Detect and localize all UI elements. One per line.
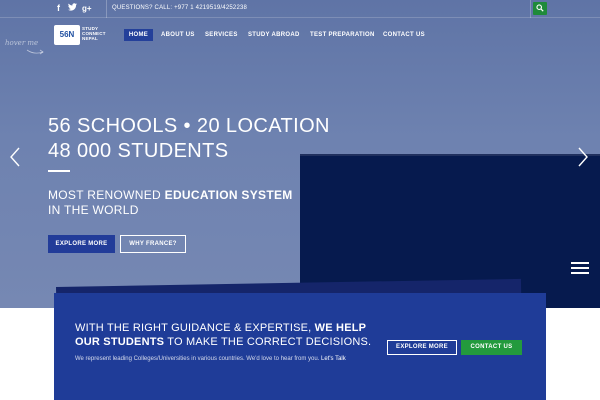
cta-title: WITH THE RIGHT GUIDANCE & EXPERTISE, WE … [75,322,372,348]
cta-banner: WITH THE RIGHT GUIDANCE & EXPERTISE, WE … [54,293,546,400]
divider [106,0,107,18]
facebook-icon[interactable]: f [57,3,60,14]
cta-explore-more-button[interactable]: EXPLORE MORE [387,340,457,355]
search-button[interactable] [533,2,547,15]
logo-badge: 56N [54,25,80,45]
nav-contact-us[interactable]: CONTACT US [383,29,425,41]
headline-divider [48,170,70,172]
divider [530,0,531,18]
hover-hint: hover me [5,39,39,47]
hero-tagline: MOST RENOWNED EDUCATION SYSTEM IN THE WO… [48,188,293,217]
menu-icon[interactable] [571,262,589,274]
top-bar: f g+ QUESTIONS? CALL: +977 1 4219519/425… [0,0,600,18]
twitter-icon[interactable] [68,3,77,14]
logo-text: STUDY CONNECT NEPAL [82,26,106,42]
cta-subtitle: We represent leading Colleges/Universiti… [75,356,346,362]
hint-arrow-icon [26,49,44,55]
cta-contact-us-button[interactable]: CONTACT US [461,340,522,355]
hero-slider: f g+ QUESTIONS? CALL: +977 1 4219519/425… [0,0,600,308]
lets-talk-link[interactable]: Let's Talk [321,356,346,362]
phone-info: QUESTIONS? CALL: +977 1 4219519/4252238 [112,5,248,11]
why-france-button[interactable]: WHY FRANCE? [120,235,186,253]
search-icon [536,4,544,12]
next-slide-arrow-icon[interactable] [577,147,589,167]
hero-headline: 56 SCHOOLS • 20 LOCATION 48 000 STUDENTS [48,115,330,162]
googleplus-icon[interactable]: g+ [82,3,92,14]
nav-services[interactable]: SERVICES [205,29,238,41]
nav-about-us[interactable]: ABOUT US [161,29,195,41]
explore-more-button[interactable]: EXPLORE MORE [48,235,115,253]
prev-slide-arrow-icon[interactable] [9,147,21,167]
nav-home[interactable]: HOME [124,29,153,41]
site-logo[interactable]: 56N STUDY CONNECT NEPAL [54,25,114,47]
nav-study-abroad[interactable]: STUDY ABROAD [248,29,300,41]
nav-test-preparation[interactable]: TEST PREPARATION [310,29,375,41]
